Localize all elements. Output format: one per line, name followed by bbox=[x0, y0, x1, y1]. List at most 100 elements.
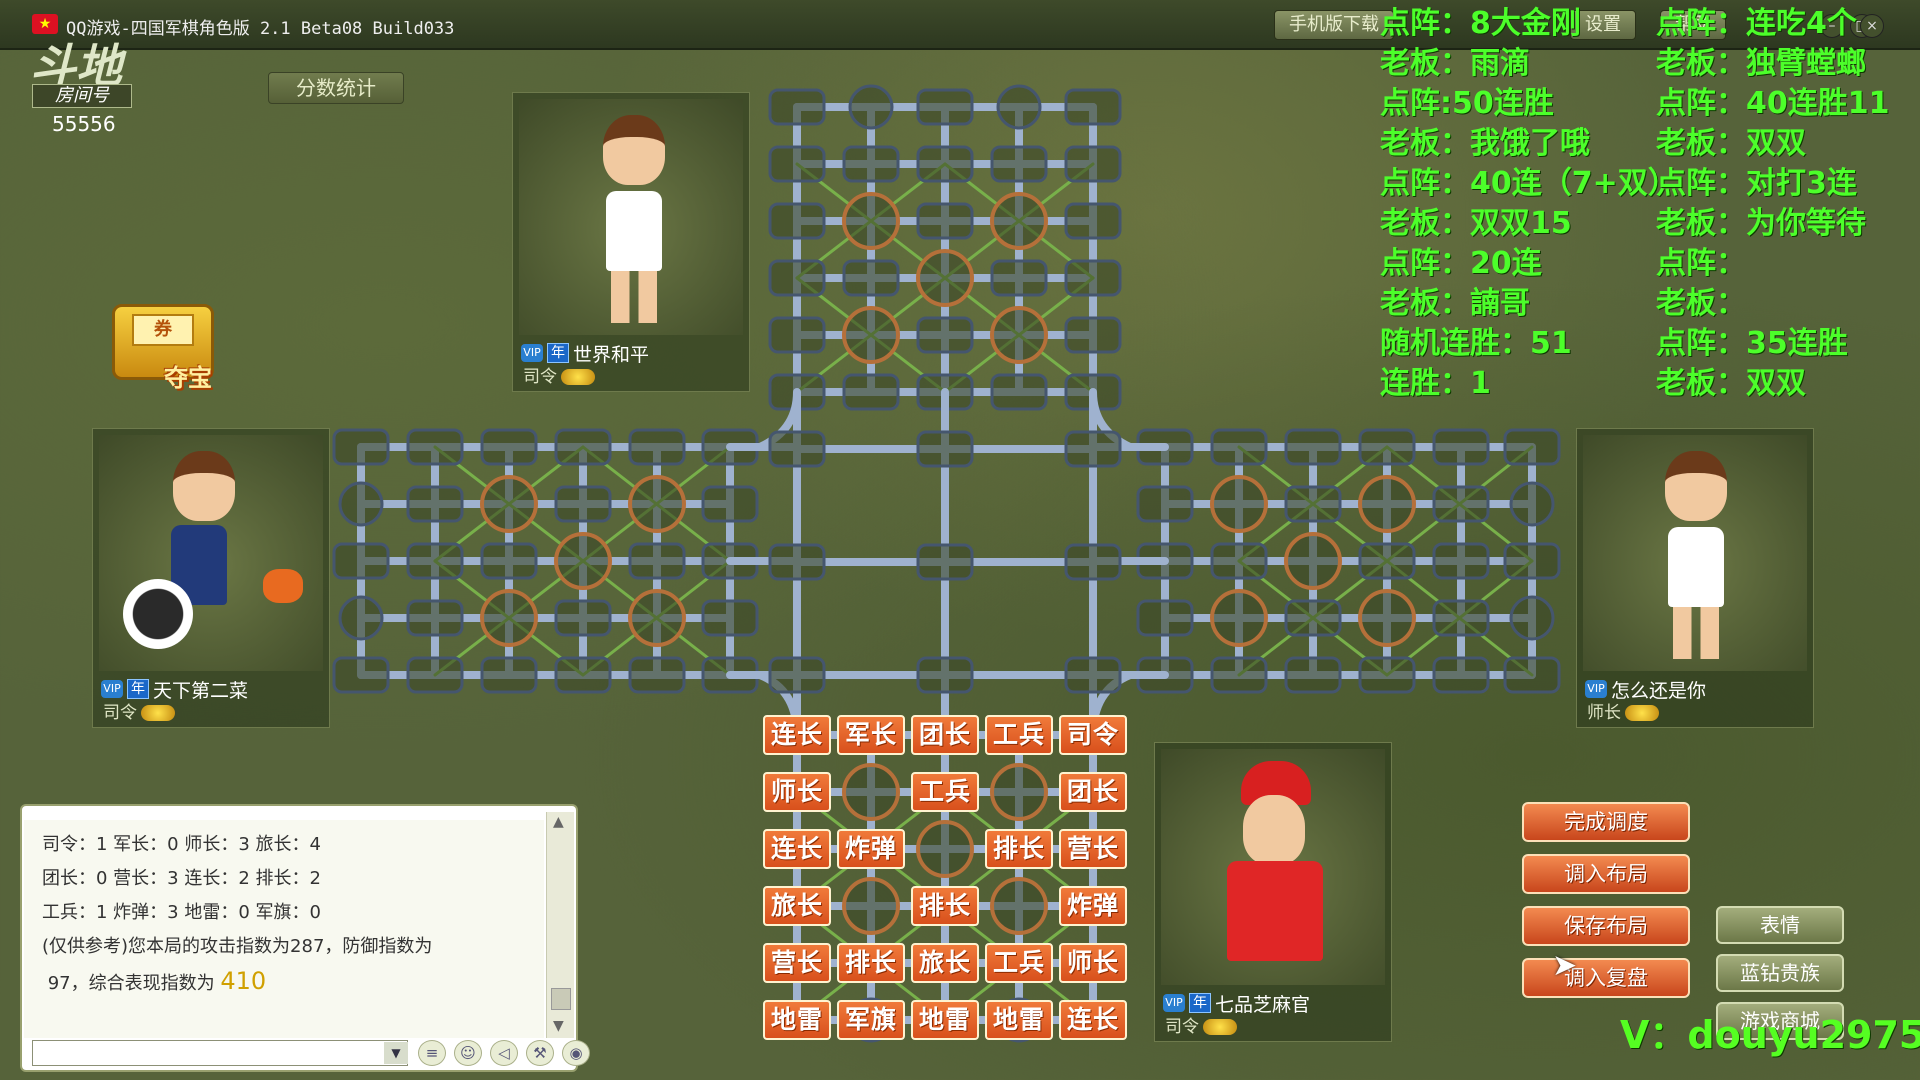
load-replay-button[interactable]: 调入复盘 bbox=[1522, 958, 1690, 998]
scroll-down-icon[interactable]: ▼ bbox=[553, 1018, 564, 1034]
chess-piece[interactable]: 连长 bbox=[1059, 1000, 1127, 1040]
blue-diamond-button[interactable]: 蓝钻贵族 bbox=[1716, 954, 1844, 992]
chess-piece[interactable]: 连长 bbox=[763, 829, 831, 869]
board-camp bbox=[1358, 589, 1416, 647]
mouse-cursor-icon: ➤ bbox=[1552, 948, 1578, 983]
overlay-line: 点阵：40连胜11 bbox=[1656, 86, 1890, 121]
chess-piece[interactable]: 连长 bbox=[763, 715, 831, 755]
year-icon: 年 bbox=[1189, 993, 1211, 1013]
player-rank: 司令 bbox=[1165, 1017, 1199, 1037]
board-post bbox=[1432, 428, 1490, 466]
board-camp bbox=[990, 192, 1048, 250]
scroll-thumb[interactable] bbox=[551, 988, 571, 1010]
board-post bbox=[1064, 543, 1122, 581]
emoji-icon[interactable]: ☺ bbox=[454, 1040, 482, 1066]
board-camp bbox=[1210, 475, 1268, 533]
chevron-down-icon[interactable]: ▼ bbox=[384, 1042, 408, 1064]
rank-badge-icon bbox=[1625, 705, 1659, 721]
board-post bbox=[1358, 542, 1416, 580]
player-self[interactable]: VIP 年 七品芝麻官 司令 bbox=[1154, 742, 1392, 1042]
board-post bbox=[701, 485, 759, 523]
chat-scrollbar[interactable]: ▲ ▼ bbox=[546, 812, 574, 1038]
overlay-line: 老板：为你等待 bbox=[1656, 206, 1866, 241]
chess-piece[interactable]: 地雷 bbox=[911, 1000, 979, 1040]
board-post bbox=[842, 259, 900, 297]
overlay-line: 点阵：8大金刚 bbox=[1380, 6, 1581, 41]
board-post bbox=[768, 88, 826, 126]
wrench-icon[interactable]: ⚒ bbox=[526, 1040, 554, 1066]
scroll-up-icon[interactable]: ▲ bbox=[553, 814, 564, 830]
overlay-line: 老板：双双 bbox=[1656, 366, 1806, 401]
chess-piece[interactable]: 司令 bbox=[1059, 715, 1127, 755]
chess-piece[interactable]: 工兵 bbox=[985, 715, 1053, 755]
board-post bbox=[628, 428, 686, 466]
chess-piece[interactable]: 炸弹 bbox=[1059, 886, 1127, 926]
chat-line: 工兵：1 炸弹：3 地雷：0 军旗：0 bbox=[42, 902, 321, 923]
chess-piece[interactable]: 军旗 bbox=[837, 1000, 905, 1040]
board-post bbox=[1284, 428, 1342, 466]
chess-piece[interactable]: 营长 bbox=[763, 943, 831, 983]
chess-piece[interactable]: 团长 bbox=[911, 715, 979, 755]
board-post bbox=[1503, 428, 1561, 466]
chess-piece[interactable]: 地雷 bbox=[985, 1000, 1053, 1040]
board-post bbox=[990, 373, 1048, 411]
board-post bbox=[1503, 542, 1561, 580]
board-post bbox=[406, 428, 464, 466]
chat-line: 团长：0 营长：3 连长：2 排长：2 bbox=[42, 868, 321, 889]
load-layout-button[interactable]: 调入布局 bbox=[1522, 854, 1690, 894]
rank-badge-icon bbox=[561, 369, 595, 385]
board-post bbox=[768, 259, 826, 297]
board-camp bbox=[480, 475, 538, 533]
board-post bbox=[768, 430, 826, 468]
player-right[interactable]: VIP 怎么还是你 师长 bbox=[1576, 428, 1814, 728]
player-left[interactable]: VIP 年 天下第二菜 司令 bbox=[92, 428, 330, 728]
board-camp bbox=[1358, 475, 1416, 533]
chess-piece[interactable]: 军长 bbox=[837, 715, 905, 755]
chess-piece[interactable]: 团长 bbox=[1059, 772, 1127, 812]
board-post bbox=[768, 656, 826, 694]
board-post bbox=[768, 145, 826, 183]
chat-panel: 司令：1 军长：0 师长：3 旅长：4 团长：0 营长：3 连长：2 排长：2 … bbox=[20, 804, 590, 1072]
avatar bbox=[1665, 451, 1727, 521]
chess-piece[interactable]: 旅长 bbox=[763, 886, 831, 926]
chat-bubble-icon[interactable]: ≡ bbox=[418, 1040, 446, 1066]
overlay-line: 老板：独臂螳螂 bbox=[1656, 46, 1866, 81]
board-camp bbox=[990, 306, 1048, 364]
board-post bbox=[554, 428, 612, 466]
player-rank: 司令 bbox=[103, 703, 137, 723]
player-top[interactable]: VIP 年 世界和平 司令 bbox=[512, 92, 750, 392]
qq-icon[interactable]: ◉ bbox=[562, 1040, 590, 1066]
finish-deploy-button[interactable]: 完成调度 bbox=[1522, 802, 1690, 842]
board-post bbox=[554, 599, 612, 637]
chess-piece[interactable]: 排长 bbox=[985, 829, 1053, 869]
overlay-line: 老板：双双15 bbox=[1380, 206, 1572, 241]
emotes-button[interactable]: 表情 bbox=[1716, 906, 1844, 944]
save-layout-button[interactable]: 保存布局 bbox=[1522, 906, 1690, 946]
overlay-line: 老板：雨滴 bbox=[1380, 46, 1530, 81]
chat-line: 97，综合表现指数为 410 bbox=[42, 964, 526, 1001]
chess-piece[interactable]: 工兵 bbox=[911, 772, 979, 812]
board-post bbox=[628, 656, 686, 694]
chat-input[interactable] bbox=[32, 1040, 408, 1066]
board-post bbox=[1136, 599, 1194, 637]
chess-piece[interactable]: 炸弹 bbox=[837, 829, 905, 869]
chess-piece[interactable]: 旅长 bbox=[911, 943, 979, 983]
board-post bbox=[554, 656, 612, 694]
chess-piece[interactable]: 工兵 bbox=[985, 943, 1053, 983]
chess-piece[interactable]: 师长 bbox=[763, 772, 831, 812]
board-camp bbox=[916, 249, 974, 307]
chess-piece[interactable]: 排长 bbox=[911, 886, 979, 926]
overlay-line: 老板： bbox=[1656, 286, 1746, 321]
board-post bbox=[1432, 485, 1490, 523]
board-headquarters bbox=[1509, 481, 1555, 527]
overlay-line: 点阵：40连（7+双） bbox=[1380, 166, 1678, 201]
board-post bbox=[1358, 656, 1416, 694]
chat-summary-prefix: 97，综合表现指数为 bbox=[47, 973, 215, 994]
overlay-line: 点阵:50连胜 bbox=[1380, 86, 1554, 121]
chess-piece[interactable]: 地雷 bbox=[763, 1000, 831, 1040]
chess-piece[interactable]: 营长 bbox=[1059, 829, 1127, 869]
penguin-icon bbox=[123, 579, 193, 649]
speaker-icon[interactable]: ◁ bbox=[490, 1040, 518, 1066]
chess-piece[interactable]: 师长 bbox=[1059, 943, 1127, 983]
chess-piece[interactable]: 排长 bbox=[837, 943, 905, 983]
